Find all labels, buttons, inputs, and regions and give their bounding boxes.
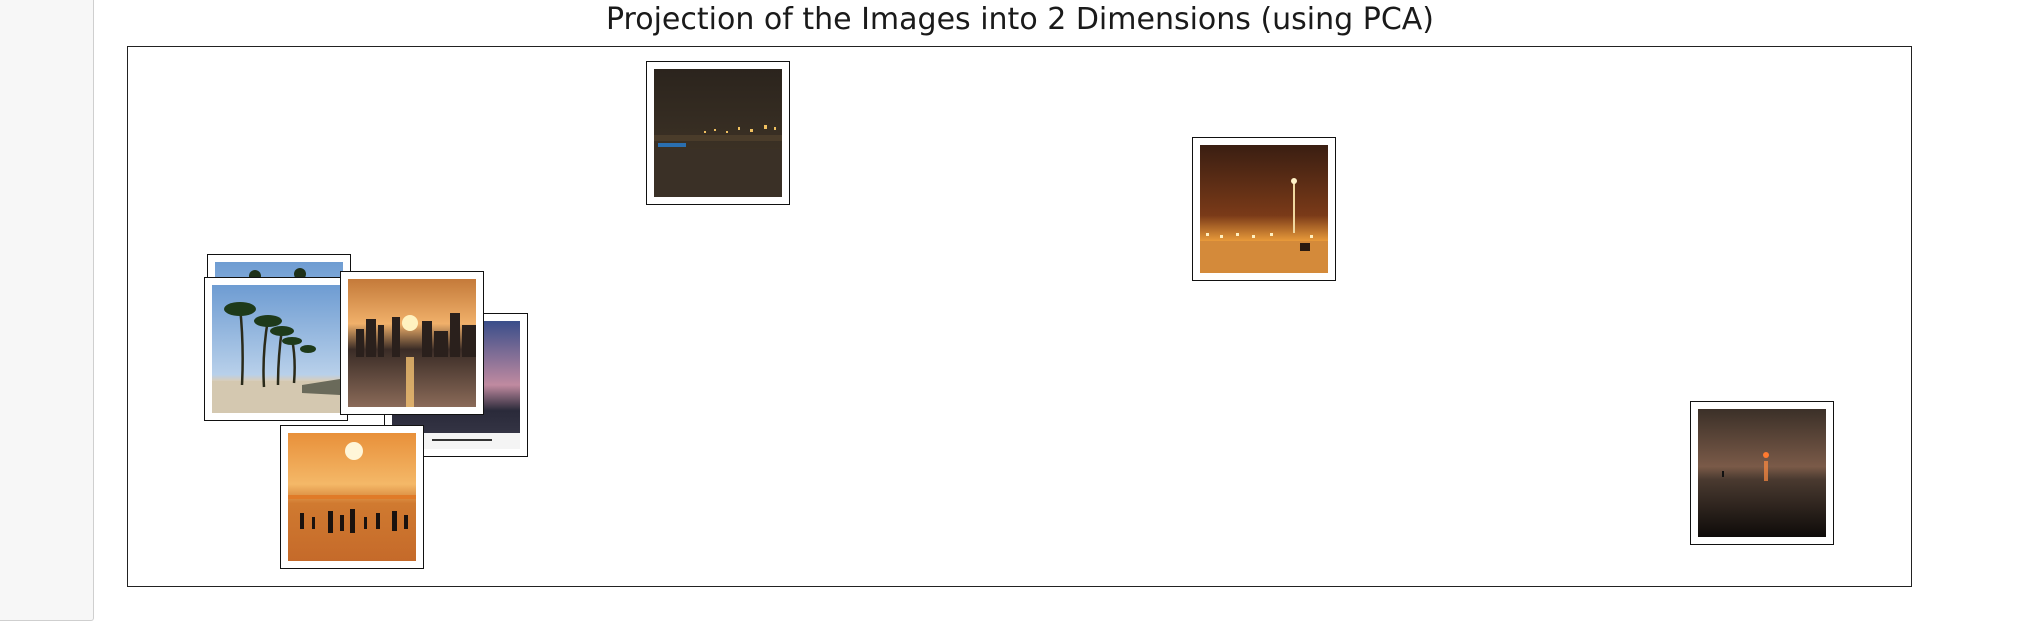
thumb-beach-palms: [204, 277, 348, 421]
photo-sunset-people: [288, 433, 416, 561]
notebook-gutter: [0, 0, 94, 621]
photo-beach-palms: [212, 285, 340, 413]
chart-title: Projection of the Images into 2 Dimensio…: [605, 2, 1435, 37]
thumb-night-beach-city: [646, 61, 790, 205]
photo-dusk-sea: [1698, 409, 1826, 537]
thumb-dusk-sea: [1690, 401, 1834, 545]
thumb-sunset-people: [280, 425, 424, 569]
photo-night-beach-lamp: [1200, 145, 1328, 273]
thumb-city-sunset: [340, 271, 484, 415]
photo-city-sunset: [348, 279, 476, 407]
plot-area: [127, 46, 1912, 587]
thumb-night-beach-lamp: [1192, 137, 1336, 281]
photo-night-beach-city: [654, 69, 782, 197]
